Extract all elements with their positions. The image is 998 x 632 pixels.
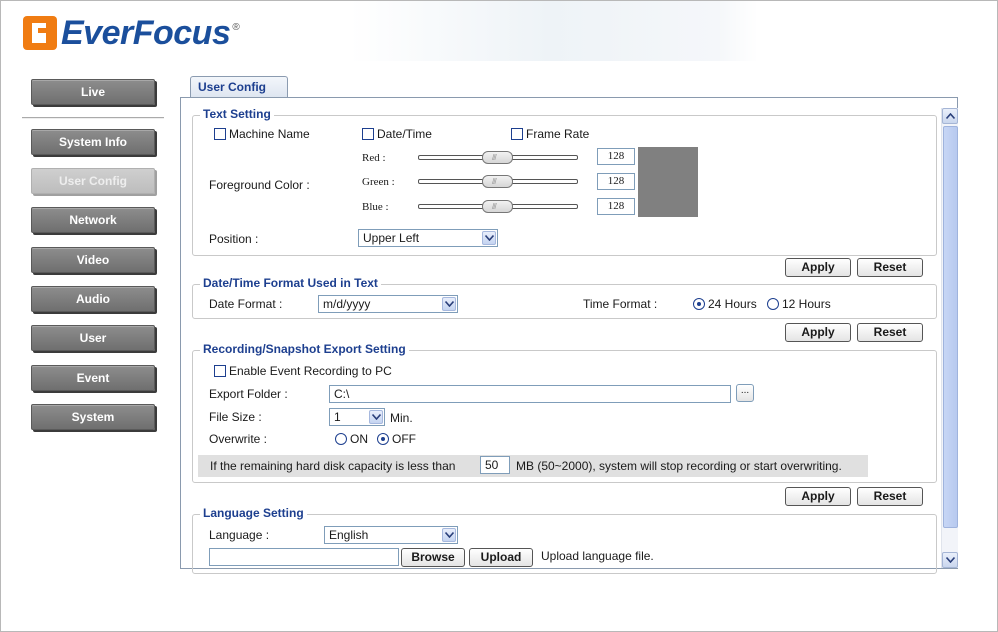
nav-network-button[interactable]: Network — [31, 207, 155, 233]
green-label: Green : — [362, 176, 395, 188]
overwrite-off-label: OFF — [392, 432, 416, 446]
nav-event-button[interactable]: Event — [31, 365, 155, 391]
date-time-checkbox[interactable] — [362, 128, 374, 140]
file-size-label: File Size : — [209, 410, 262, 424]
machine-name-checkbox[interactable] — [214, 128, 226, 140]
nav-audio-button[interactable]: Audio — [31, 286, 155, 312]
language-file-field[interactable] — [209, 548, 399, 566]
position-value: Upper Left — [363, 231, 420, 245]
dropdown-arrow-icon — [369, 410, 383, 424]
overwrite-on-option[interactable]: ON — [335, 432, 368, 446]
browse-button[interactable]: Browse — [401, 548, 465, 567]
blue-value-field[interactable]: 128 — [597, 198, 635, 215]
dropdown-arrow-icon — [482, 231, 496, 245]
scroll-thumb[interactable] — [943, 126, 958, 528]
text-setting-apply-button[interactable]: Apply — [785, 258, 851, 277]
hours24-option[interactable]: 24 Hours — [693, 297, 757, 311]
nav-live-button[interactable]: Live — [31, 79, 155, 105]
logo-text: EverFocus — [61, 13, 231, 52]
recording-reset-button[interactable]: Reset — [857, 487, 923, 506]
capacity-warning-suffix: MB (50~2000), system will stop recording… — [516, 459, 842, 473]
export-folder-label: Export Folder : — [209, 387, 288, 401]
file-size-select[interactable]: 1 — [329, 408, 385, 426]
overwrite-off-option[interactable]: OFF — [377, 432, 416, 446]
scroll-down-button[interactable] — [942, 552, 958, 568]
nav-divider — [22, 117, 164, 119]
language-label: Language : — [209, 528, 270, 542]
blue-slider-thumb[interactable]: /// — [482, 200, 513, 213]
enable-recording-option[interactable]: Enable Event Recording to PC — [214, 364, 392, 378]
browse-folder-button[interactable]: ... — [736, 384, 754, 402]
datetime-apply-button[interactable]: Apply — [785, 323, 851, 342]
upload-button[interactable]: Upload — [469, 548, 533, 567]
time-format-label: Time Format : — [583, 297, 658, 311]
date-format-select[interactable]: m/d/yyyy — [318, 295, 458, 313]
date-time-option[interactable]: Date/Time — [362, 127, 432, 141]
machine-name-option[interactable]: Machine Name — [214, 127, 310, 141]
scroll-up-button[interactable] — [942, 108, 958, 124]
dropdown-arrow-icon — [442, 528, 456, 542]
language-select[interactable]: English — [324, 526, 458, 544]
everfocus-logo-icon — [23, 16, 57, 50]
chevron-down-icon — [946, 557, 955, 563]
position-label: Position : — [209, 232, 259, 246]
dropdown-arrow-icon — [442, 297, 456, 311]
frame-rate-label: Frame Rate — [526, 127, 590, 141]
capacity-warning-prefix: If the remaining hard disk capacity is l… — [210, 459, 456, 473]
overwrite-off-radio[interactable] — [377, 433, 389, 445]
green-slider-thumb[interactable]: /// — [482, 175, 513, 188]
capacity-threshold-field[interactable]: 50 — [480, 456, 510, 474]
color-preview-swatch — [638, 147, 698, 217]
overwrite-on-radio[interactable] — [335, 433, 347, 445]
frame-rate-checkbox[interactable] — [511, 128, 523, 140]
export-folder-field[interactable]: C:\ — [329, 385, 731, 403]
language-value: English — [329, 528, 369, 542]
hours24-label: 24 Hours — [708, 297, 757, 311]
language-setting-title: Language Setting — [200, 506, 307, 520]
blue-label: Blue : — [362, 201, 389, 213]
red-label: Red : — [362, 152, 386, 164]
red-slider-thumb[interactable]: /// — [482, 151, 513, 164]
text-setting-reset-button[interactable]: Reset — [857, 258, 923, 277]
hours24-radio[interactable] — [693, 298, 705, 310]
date-format-label: Date Format : — [209, 297, 283, 311]
hours12-label: 12 Hours — [782, 297, 831, 311]
overwrite-label: Overwrite : — [209, 432, 268, 446]
red-value-field[interactable]: 128 — [597, 148, 635, 165]
text-setting-title: Text Setting — [200, 107, 274, 121]
upload-language-hint: Upload language file. — [541, 549, 654, 563]
position-select[interactable]: Upper Left — [358, 229, 498, 247]
everfocus-logo: EverFocus ® — [23, 13, 240, 53]
green-value-field[interactable]: 128 — [597, 173, 635, 190]
datetime-format-title: Date/Time Format Used in Text — [200, 276, 381, 290]
recording-export-title: Recording/Snapshot Export Setting — [200, 342, 409, 356]
date-format-value: m/d/yyyy — [323, 297, 371, 311]
nav-user-button[interactable]: User — [31, 325, 155, 351]
overwrite-on-label: ON — [350, 432, 368, 446]
foreground-color-label: Foreground Color : — [209, 178, 310, 192]
tab-user-config[interactable]: User Config — [190, 76, 288, 98]
vertical-scrollbar[interactable] — [941, 108, 958, 568]
header-bar: EverFocus ® — [1, 1, 997, 61]
file-size-unit: Min. — [390, 411, 413, 425]
file-size-value: 1 — [334, 410, 341, 424]
machine-name-label: Machine Name — [229, 127, 310, 141]
nav-system-info-button[interactable]: System Info — [31, 129, 155, 155]
nav-user-config-button[interactable]: User Config — [31, 168, 155, 194]
date-time-label: Date/Time — [377, 127, 432, 141]
hours12-option[interactable]: 12 Hours — [767, 297, 831, 311]
nav-system-button[interactable]: System — [31, 404, 155, 430]
hours12-radio[interactable] — [767, 298, 779, 310]
enable-recording-checkbox[interactable] — [214, 365, 226, 377]
frame-rate-option[interactable]: Frame Rate — [511, 127, 589, 141]
recording-apply-button[interactable]: Apply — [785, 487, 851, 506]
chevron-up-icon — [946, 113, 955, 119]
datetime-reset-button[interactable]: Reset — [857, 323, 923, 342]
enable-recording-label: Enable Event Recording to PC — [229, 364, 392, 378]
nav-video-button[interactable]: Video — [31, 247, 155, 273]
registered-mark: ® — [232, 21, 240, 33]
